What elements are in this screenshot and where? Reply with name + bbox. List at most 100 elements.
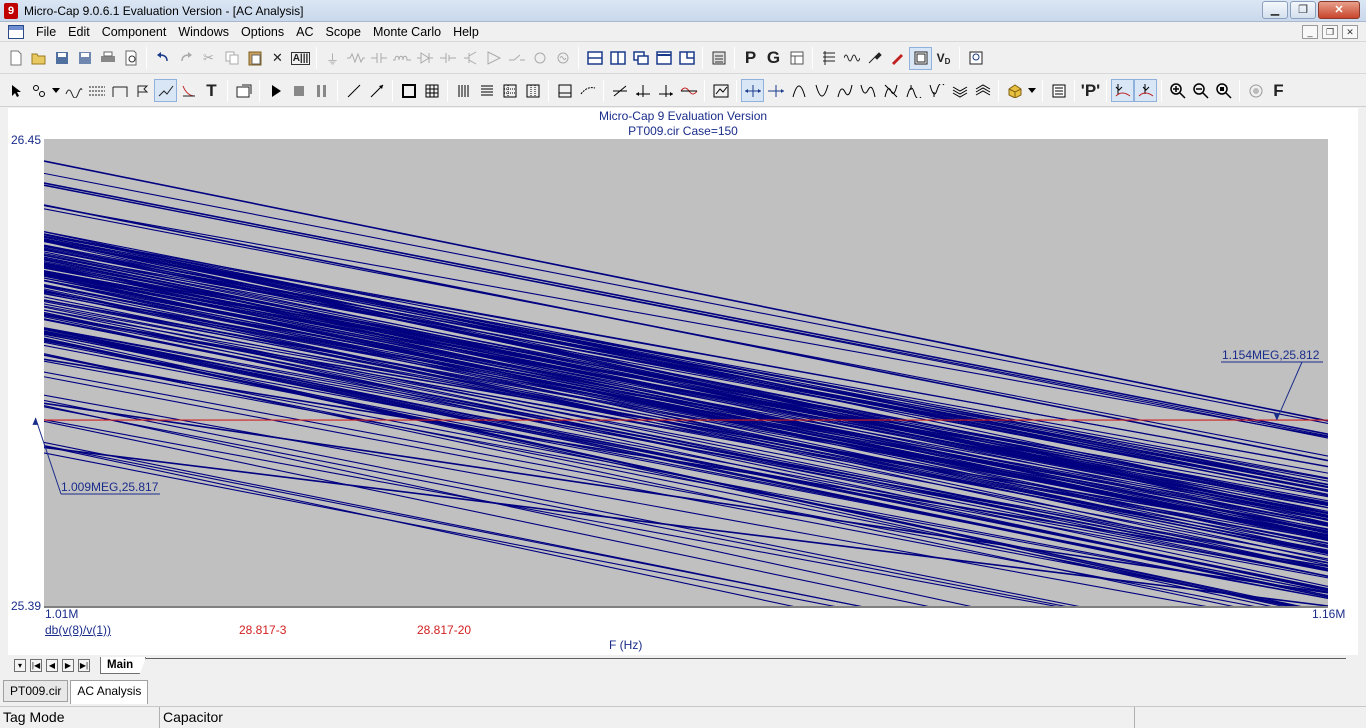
chevron-down-icon[interactable] [1026, 79, 1038, 102]
mdi-close-button[interactable]: ✕ [1342, 25, 1358, 39]
tag-right-label[interactable]: 1.154MEG,25.812 [1222, 348, 1319, 362]
data-icon[interactable] [1003, 79, 1026, 102]
flag-icon[interactable] [131, 79, 154, 102]
menu-windows[interactable]: Windows [172, 25, 235, 39]
stop-icon[interactable] [287, 79, 310, 102]
inductor-icon[interactable] [390, 47, 413, 70]
peak-icon[interactable] [787, 79, 810, 102]
save-icon[interactable] [50, 47, 73, 70]
tag-left-label[interactable]: 1.009MEG,25.817 [61, 480, 158, 494]
expression-label[interactable]: db(v(8)/v(1)) [45, 623, 111, 637]
info-icon[interactable] [964, 47, 987, 70]
menu-edit[interactable]: Edit [62, 25, 96, 39]
next-page-button[interactable]: ▶ [62, 659, 74, 672]
prev-page-button[interactable]: ◀ [46, 659, 58, 672]
calculator-icon[interactable] [707, 47, 730, 70]
line-icon[interactable] [342, 79, 365, 102]
print-preview-icon[interactable] [119, 47, 142, 70]
lock-icon[interactable] [1244, 79, 1267, 102]
redo-icon[interactable] [174, 47, 197, 70]
pen-icon[interactable] [886, 47, 909, 70]
view-top-icon[interactable] [583, 47, 606, 70]
menu-file[interactable]: File [30, 25, 62, 39]
tag-marker-icon[interactable] [677, 79, 700, 102]
menu-help[interactable]: Help [447, 25, 485, 39]
zoom-fit-icon[interactable] [1212, 79, 1235, 102]
tab-pt009-cir[interactable]: PT009.cir [3, 680, 69, 702]
new-icon[interactable] [4, 47, 27, 70]
menu-scope[interactable]: Scope [320, 25, 367, 39]
diagonal-line-icon[interactable] [365, 79, 388, 102]
select-component-icon[interactable] [27, 79, 50, 102]
grid-box-icon[interactable] [420, 79, 443, 102]
bottom-icon[interactable] [971, 79, 994, 102]
pause-icon[interactable] [310, 79, 333, 102]
battery-icon[interactable] [436, 47, 459, 70]
top-icon[interactable] [948, 79, 971, 102]
f-icon[interactable]: F [1267, 79, 1290, 102]
opamp-icon[interactable] [482, 47, 505, 70]
dashed-marker-icon[interactable] [576, 79, 599, 102]
paste-icon[interactable] [243, 47, 266, 70]
tab-main[interactable]: Main [100, 657, 147, 674]
cut-icon[interactable]: ✂ [197, 47, 220, 70]
high-icon[interactable] [833, 79, 856, 102]
source-icon[interactable] [528, 47, 551, 70]
transistor-icon[interactable] [459, 47, 482, 70]
maximize-button[interactable]: ❐ [1290, 1, 1316, 19]
table-icon[interactable] [498, 79, 521, 102]
app-icon[interactable]: 9 [4, 2, 18, 19]
chart[interactable] [8, 108, 1358, 655]
sine-source-icon[interactable] [551, 47, 574, 70]
zoom-in-icon[interactable] [1166, 79, 1189, 102]
resistor-icon[interactable] [344, 47, 367, 70]
table-alt-icon[interactable] [521, 79, 544, 102]
point-tag-icon[interactable] [1111, 79, 1134, 102]
tab-ac-analysis[interactable]: AC Analysis [70, 680, 149, 704]
mdi-restore-button[interactable]: ❐ [1322, 25, 1338, 39]
view-split-icon[interactable] [675, 47, 698, 70]
wire-icon[interactable] [62, 79, 85, 102]
vertical-lines-icon[interactable] [452, 79, 475, 102]
ground-icon[interactable]: ⏚ [321, 47, 344, 70]
sheet-icon[interactable] [909, 46, 932, 70]
mdi-minimize-button[interactable]: _ [1302, 25, 1318, 39]
tag-plot-icon[interactable] [177, 79, 200, 102]
low-icon[interactable] [856, 79, 879, 102]
g-icon[interactable]: G [762, 47, 785, 70]
print-icon[interactable] [96, 47, 119, 70]
menu-monte-carlo[interactable]: Monte Carlo [367, 25, 447, 39]
vd-icon[interactable]: VD [932, 47, 955, 70]
open-icon[interactable] [27, 47, 50, 70]
valley-icon[interactable] [810, 79, 833, 102]
horizontal-marker-icon[interactable] [553, 79, 576, 102]
zoom-out-icon[interactable] [1189, 79, 1212, 102]
menu-component[interactable]: Component [96, 25, 173, 39]
go-to-x-icon[interactable] [709, 79, 732, 102]
minimize-button[interactable]: ▁ [1262, 1, 1288, 19]
cursor-right-icon[interactable] [654, 79, 677, 102]
select-arrow-icon[interactable] [4, 79, 27, 102]
save-all-icon[interactable] [73, 47, 96, 70]
view-cascade-icon[interactable] [629, 47, 652, 70]
capacitor-icon[interactable] [367, 47, 390, 70]
chevron-down-icon[interactable] [50, 79, 62, 102]
run-icon[interactable] [264, 79, 287, 102]
probe-icon[interactable] [863, 47, 886, 70]
diagonal-wire-icon[interactable] [108, 79, 131, 102]
copy-icon[interactable] [220, 47, 243, 70]
last-page-button[interactable]: ▶| [78, 659, 90, 672]
menu-options[interactable]: Options [235, 25, 290, 39]
properties-icon[interactable] [232, 79, 255, 102]
close-button[interactable]: ✕ [1318, 1, 1360, 19]
inflection-icon[interactable] [879, 79, 902, 102]
text-mode-icon[interactable]: A||| [289, 47, 312, 70]
horizontal-lines-icon[interactable] [475, 79, 498, 102]
cursor-left-icon[interactable] [631, 79, 654, 102]
component-list-icon[interactable] [817, 47, 840, 70]
page-menu-button[interactable]: ▾ [14, 659, 26, 672]
p-icon[interactable]: P [739, 47, 762, 70]
global-high-icon[interactable] [902, 79, 925, 102]
first-page-button[interactable]: |◀ [30, 659, 42, 672]
global-low-icon[interactable] [925, 79, 948, 102]
